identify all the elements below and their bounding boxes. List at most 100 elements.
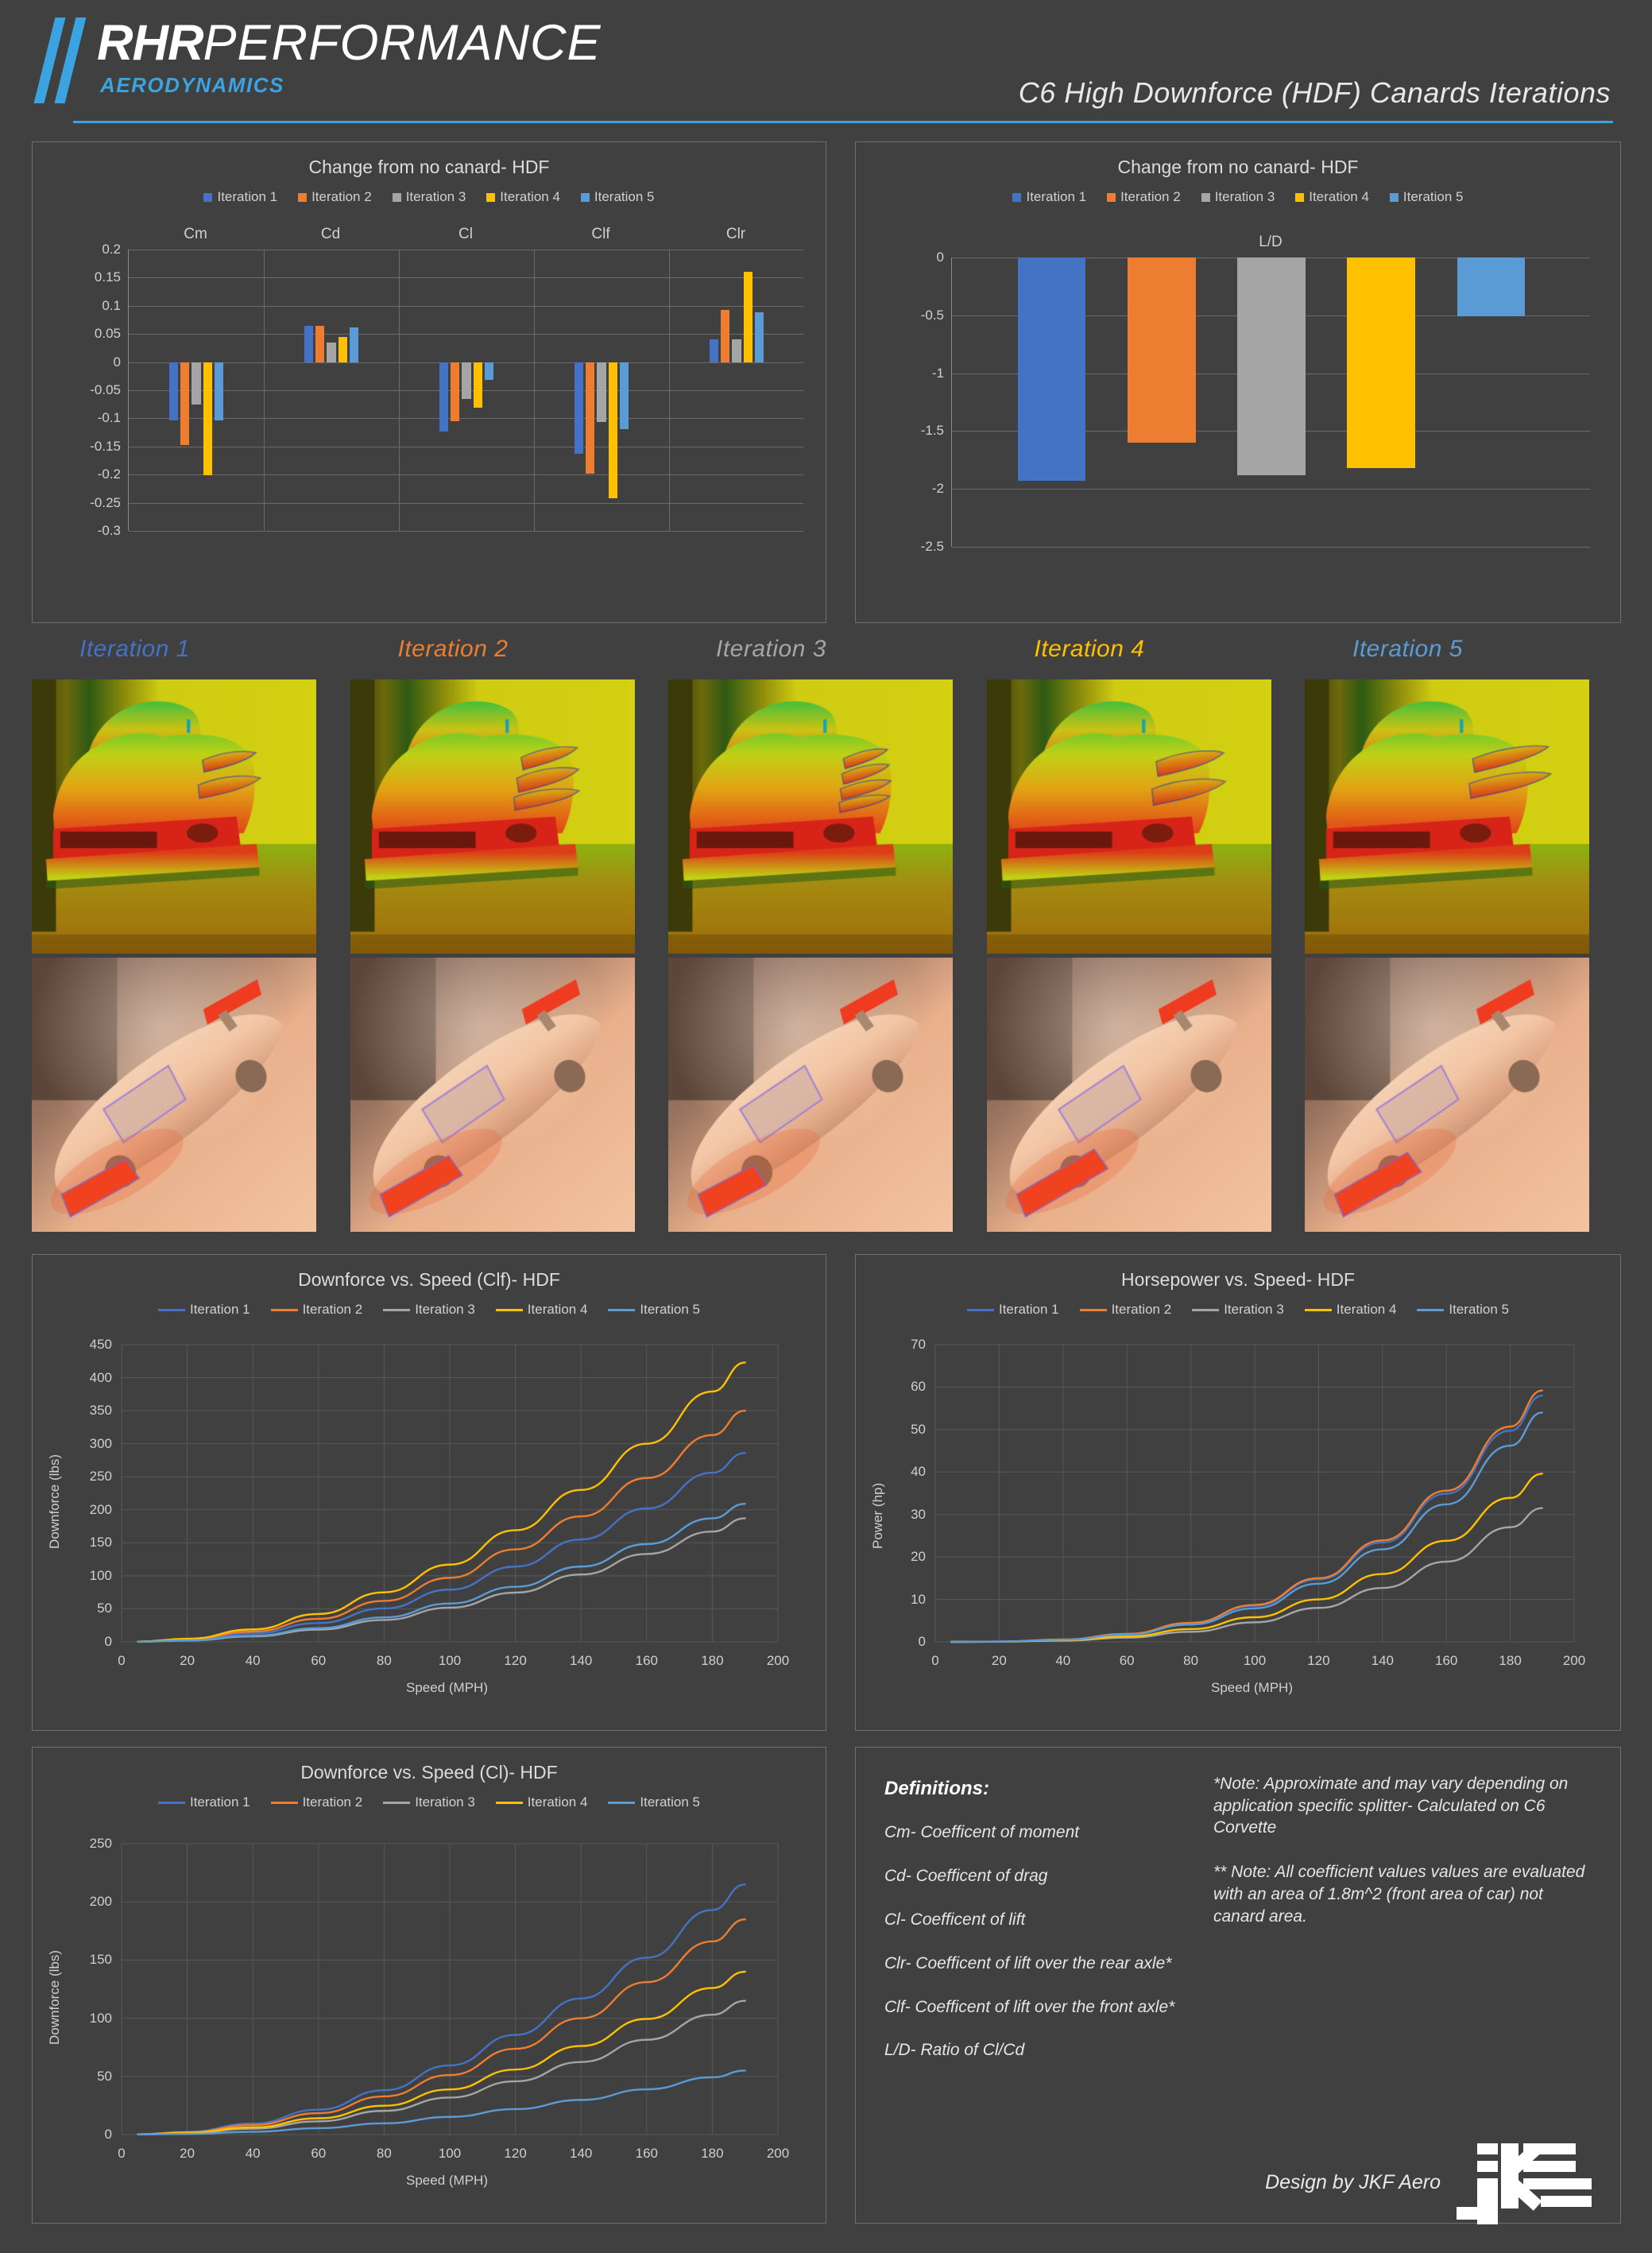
legend-label: Iteration 5: [640, 1302, 701, 1317]
gridline: [129, 531, 803, 532]
x-axis-tick-label: 200: [766, 2146, 790, 2161]
category-divider: [669, 250, 670, 531]
iteration-label-4: Iteration 4: [1034, 636, 1145, 662]
x-axis-tick-label: 0: [118, 2146, 126, 2161]
bar-iteration-2: [1127, 257, 1196, 443]
x-axis-tick-label: 80: [376, 1653, 392, 1668]
chart-title-hp: Horsepower vs. Speed- HDF: [1121, 1269, 1355, 1290]
line-series-iteration-3: [950, 1507, 1543, 1643]
category-divider: [264, 250, 265, 531]
x-axis-tick-label: 180: [701, 1653, 724, 1668]
y-axis-tick-label: 450: [89, 1337, 112, 1352]
gridline: [129, 418, 803, 420]
legend-item-iteration-5: Iteration 5: [1389, 189, 1464, 205]
legend-label: Iteration 5: [1449, 1302, 1510, 1317]
y-axis-tick-label: -0.1: [97, 410, 121, 426]
bar-iteration-1: [439, 362, 448, 432]
legend-swatch-icon: [580, 192, 590, 202]
legend-clf: Iteration 1 Iteration 2 Iteration 3 Iterati…: [33, 1302, 826, 1318]
bar-iteration-3: [327, 342, 336, 362]
x-axis-tick-label: 100: [438, 2146, 462, 2161]
legend-swatch-icon: [1295, 192, 1305, 202]
gridline: [952, 489, 1590, 490]
legend-swatch-icon: [383, 1308, 411, 1311]
bar-iteration-5: [484, 362, 494, 380]
legend-item-iteration-5: Iteration 5: [608, 1302, 700, 1318]
y-axis-tick-label: 0: [918, 1634, 926, 1649]
brand-bold-text: RHR: [97, 15, 203, 71]
x-axis-tick-label: 140: [570, 2146, 593, 2161]
cfd-pressure-image-iteration-2: [350, 679, 635, 954]
bar-category-label-row: Cm Cd Cl Clf Clr: [128, 226, 803, 243]
legend-swatch-icon: [1417, 1308, 1445, 1311]
y-axis-tick-label: -0.05: [90, 382, 121, 397]
legend-label: Iteration 4: [527, 1794, 588, 1810]
legend-label: Iteration 3: [415, 1302, 475, 1317]
brand-subtitle: AERODYNAMICS: [100, 73, 284, 97]
y-axis-tick-label: 50: [911, 1421, 926, 1437]
bar-category-label: L/D: [1259, 234, 1283, 250]
y-axis-title: Power (hp): [870, 1482, 885, 1549]
jkf-logo-bar: [1523, 2161, 1576, 2172]
panel-horsepower-chart: Horsepower vs. Speed- HDF Iteration 1 Ite…: [855, 1254, 1621, 1731]
y-axis-tick-label: -2: [931, 481, 944, 497]
y-axis-tick-label: 250: [89, 1836, 112, 1851]
line-series-iteration-5: [137, 1503, 746, 1643]
definition-item-3: Cl- Coefficent of lift: [884, 1910, 1026, 1929]
legend-item-iteration-5: Iteration 5: [608, 1794, 700, 1810]
panel-definitions: Definitions: Cm- Coefficent of moment Cd-…: [855, 1747, 1621, 2224]
legend-swatch-icon: [157, 1308, 185, 1311]
x-axis-tick-label: 200: [1562, 1653, 1586, 1668]
panel-downforce-clf-chart: Downforce vs. Speed (Clf)- HDF Iteration…: [32, 1254, 826, 1731]
chart-title-ld: Change from no canard- HDF: [1117, 157, 1359, 177]
bar-plot-area: 0 -0.5 -1 -1.5 -2 -2.5: [921, 250, 1590, 554]
y-axis-tick-label: 40: [911, 1464, 926, 1480]
y-axis-tick-label: -0.5: [920, 307, 944, 323]
x-axis-tick-label: 60: [311, 2146, 327, 2161]
legend-swatch-icon: [1079, 1308, 1107, 1311]
legend-label: Iteration 2: [302, 1302, 363, 1317]
x-axis-tick-label: 200: [766, 1653, 790, 1668]
x-axis-tick-label: 180: [701, 2146, 724, 2161]
x-axis-tick-label: 180: [1499, 1653, 1522, 1668]
y-axis-tick-label: 350: [89, 1403, 112, 1419]
x-axis-tick-label: 120: [1307, 1653, 1330, 1668]
legend-swatch-icon: [1012, 192, 1022, 202]
legend-item-iteration-4: Iteration 4: [495, 1302, 588, 1318]
legend-item-iteration-1: Iteration 1: [157, 1794, 250, 1810]
gridline: [129, 305, 803, 307]
legend-label: Iteration 4: [527, 1302, 588, 1317]
brand-wordmark: RHRPERFORMANCE: [97, 17, 602, 68]
x-axis-tick-label: 160: [635, 1653, 658, 1668]
legend-item-iteration-2: Iteration 2: [1107, 189, 1181, 205]
legend-swatch-icon: [1192, 1308, 1220, 1311]
note-secondary: ** Note: All coefficient values values a…: [1213, 1863, 1585, 1926]
bar-iteration-2: [586, 362, 595, 474]
line-series-iteration-3: [137, 1517, 746, 1643]
legend-item-iteration-4: Iteration 4: [495, 1794, 588, 1810]
cfd-surface-image-iteration-2: [350, 958, 635, 1232]
line-series-iteration-2: [137, 1918, 746, 2135]
jkf-logo-bar: [1541, 2196, 1592, 2207]
x-axis-tick-label: 0: [118, 1653, 126, 1668]
legend-swatch-icon: [392, 192, 401, 202]
cfd-surface-image-iteration-3: [668, 958, 953, 1232]
gridline: [129, 474, 803, 476]
legend-label: Iteration 3: [405, 189, 466, 204]
bar-iteration-3: [1237, 257, 1306, 475]
x-axis-tick-label: 120: [504, 1653, 527, 1668]
bar-iteration-2: [451, 362, 460, 421]
legend-swatch-icon: [203, 192, 213, 202]
panel-downforce-cl-chart: Downforce vs. Speed (Cl)- HDF Iteration …: [32, 1747, 826, 2224]
legend-label: Iteration 4: [500, 189, 560, 204]
legend-item-iteration-2: Iteration 2: [270, 1794, 362, 1810]
category-divider: [534, 250, 535, 531]
legend-cl: Iteration 1 Iteration 2 Iteration 3 Iterati…: [33, 1794, 826, 1810]
legend-label: Iteration 4: [1309, 189, 1369, 204]
y-axis-tick-label: -0.15: [90, 438, 121, 454]
y-axis-tick-label: -2.5: [920, 539, 944, 554]
bar-iteration-5: [349, 327, 359, 362]
notes-column: *Note: Approximate and may vary dependin…: [1213, 1773, 1595, 1927]
legend-swatch-icon: [1389, 192, 1399, 202]
chart-title-clf: Downforce vs. Speed (Clf)- HDF: [298, 1269, 560, 1290]
